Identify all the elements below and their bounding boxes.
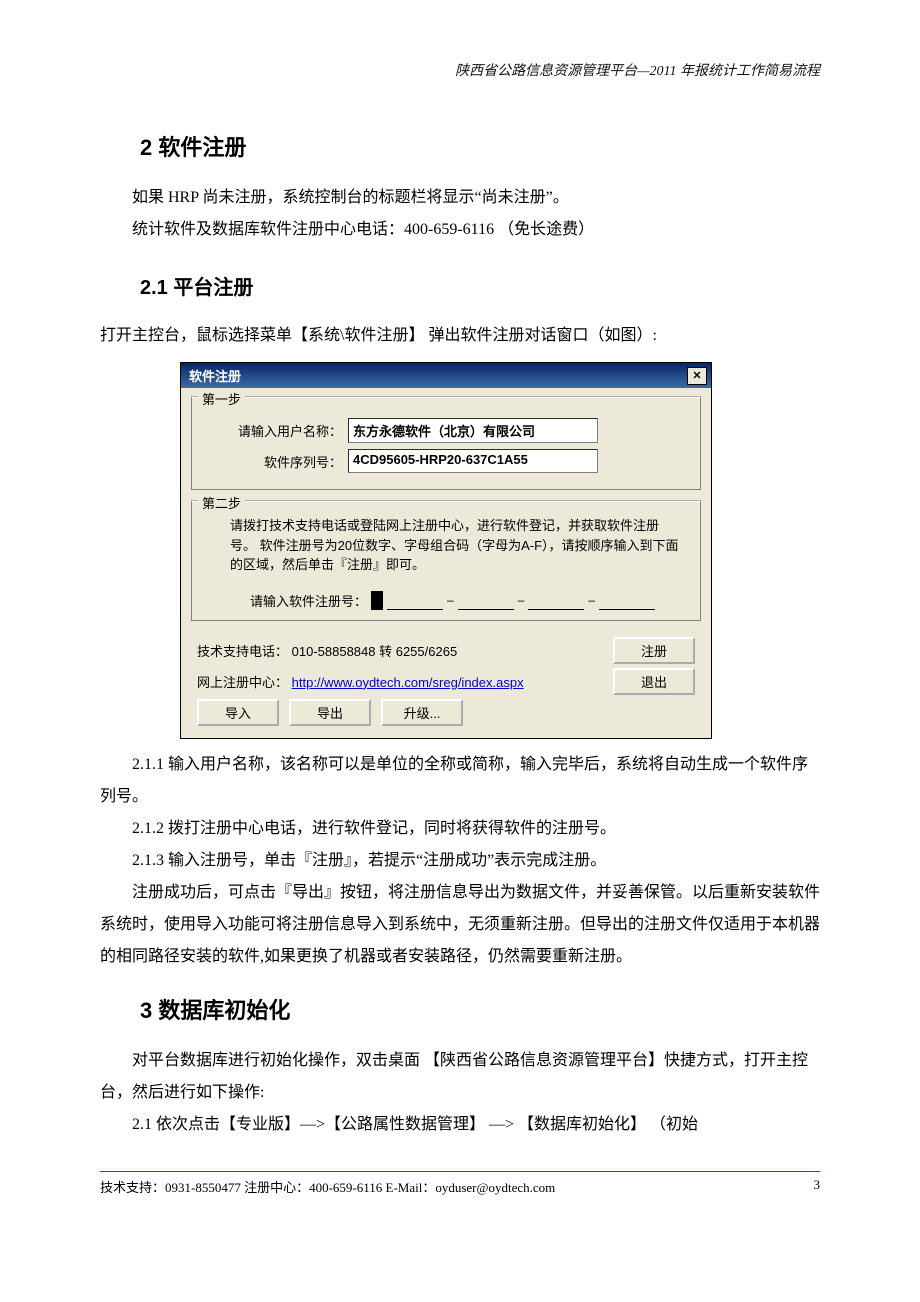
web-reg-label: 网上注册中心： [197, 675, 288, 690]
para-p4: 注册成功后，可点击『导出』按钮，将注册信息导出为数据文件，并妥善保管。以后重新安… [100, 877, 820, 973]
username-label: 请输入用户名称： [202, 421, 348, 440]
para-p2: 统计软件及数据库软件注册中心电话：400-659-6116 （免长途费） [100, 214, 820, 246]
section-2-title: 2 软件注册 [140, 130, 820, 162]
page-header: 陕西省公路信息资源管理平台—2011 年报统计工作简易流程 [100, 60, 820, 80]
step2-legend: 第二步 [198, 493, 245, 512]
step1-legend: 第一步 [198, 389, 245, 408]
para-p3: 打开主控台，鼠标选择菜单【系统\软件注册】 弹出软件注册对话窗口（如图）: [100, 320, 820, 352]
step1-group: 第一步 请输入用户名称： 东方永德软件（北京）有限公司 软件序列号： 4CD95… [191, 396, 701, 490]
register-button[interactable]: 注册 [613, 637, 695, 664]
tech-phone-label: 技术支持电话： [197, 644, 288, 659]
registration-dialog: 软件注册 ✕ 第一步 请输入用户名称： 东方永德软件（北京）有限公司 软件序列号… [180, 362, 712, 739]
para-212: 2.1.2 拨打注册中心电话，进行软件登记，同时将获得软件的注册号。 [100, 813, 820, 845]
step2-instructions: 请拨打技术支持电话或登陆网上注册中心，进行软件登记，并获取软件注册号。 软件注册… [202, 516, 690, 585]
para-p1: 如果 HRP 尚未注册，系统控制台的标题栏将显示“尚未注册”。 [100, 182, 820, 214]
regno-seg1b[interactable] [387, 591, 443, 610]
username-input[interactable]: 东方永德软件（北京）有限公司 [348, 418, 598, 443]
regno-seg2[interactable] [458, 591, 514, 610]
export-button[interactable]: 导出 [289, 699, 371, 726]
para-211: 2.1.1 输入用户名称，该名称可以是单位的全称或简称，输入完毕后，系统将自动生… [100, 749, 820, 813]
page-number: 3 [814, 1177, 821, 1196]
web-reg-link[interactable]: http://www.oydtech.com/sreg/index.aspx [292, 675, 524, 690]
upgrade-button[interactable]: 升级... [381, 699, 463, 726]
tech-phone-value: 010-58858848 转 6255/6265 [292, 644, 458, 659]
close-icon[interactable]: ✕ [687, 367, 707, 385]
step2-group: 第二步 请拨打技术支持电话或登陆网上注册中心，进行软件登记，并获取软件注册号。 … [191, 500, 701, 621]
import-button[interactable]: 导入 [197, 699, 279, 726]
regno-label: 请输入软件注册号： [250, 591, 367, 610]
footer-left: 技术支持：0931-8550477 注册中心：400-659-6116 E-Ma… [100, 1177, 555, 1196]
serial-label: 软件序列号： [202, 452, 348, 471]
exit-button[interactable]: 退出 [613, 668, 695, 695]
section-3-title: 3 数据库初始化 [140, 993, 820, 1025]
dialog-title: 软件注册 [189, 366, 241, 385]
section-2-1-title: 2.1 平台注册 [140, 271, 820, 300]
para-213: 2.1.3 输入注册号，单击『注册』，若提示“注册成功”表示完成注册。 [100, 845, 820, 877]
para-p6: 2.1 依次点击【专业版】—>【公路属性数据管理】 —> 【数据库初始化】 （初… [100, 1109, 820, 1141]
para-p5: 对平台数据库进行初始化操作，双击桌面 【陕西省公路信息资源管理平台】快捷方式，打… [100, 1045, 820, 1109]
regno-seg4[interactable] [599, 591, 655, 610]
regno-seg1[interactable] [371, 591, 383, 610]
regno-seg3[interactable] [528, 591, 584, 610]
serial-input[interactable]: 4CD95605-HRP20-637C1A55 [348, 449, 598, 473]
